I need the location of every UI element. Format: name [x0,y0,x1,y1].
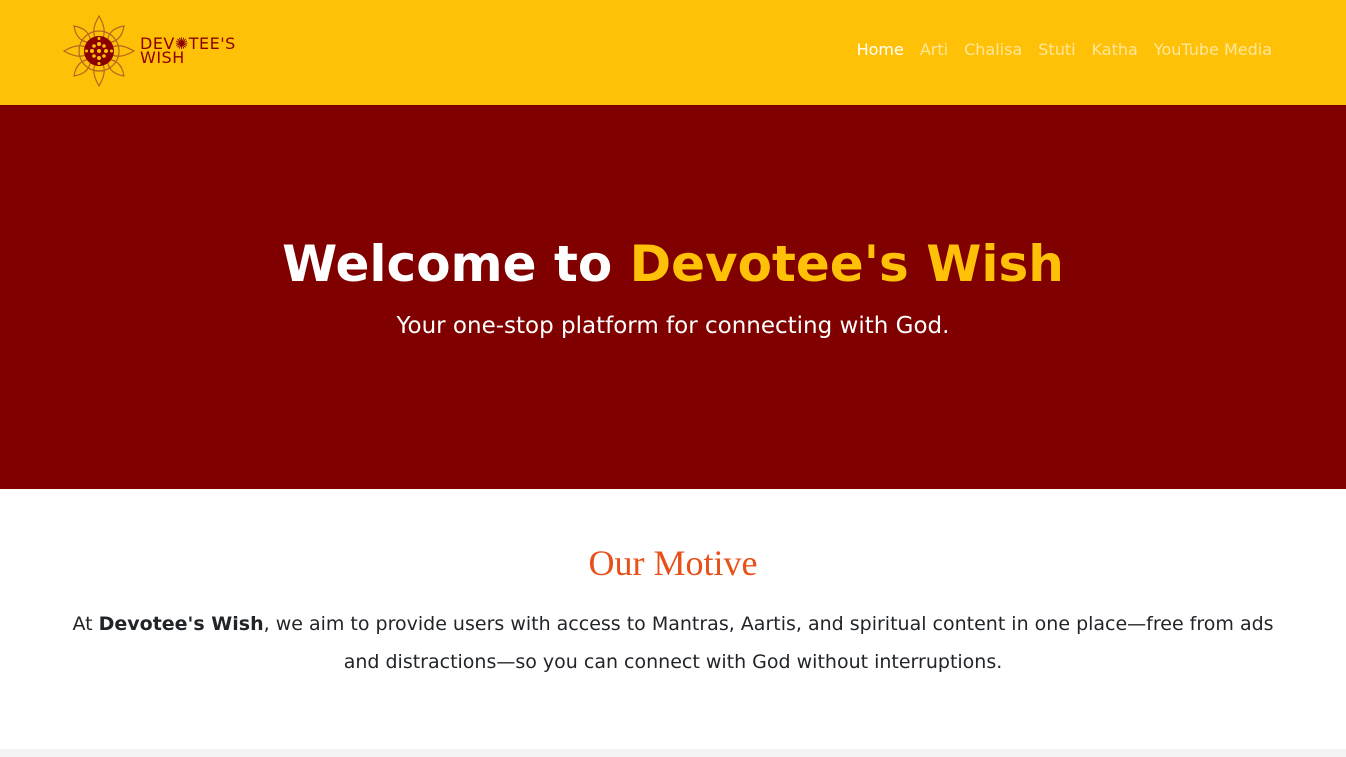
nav-chalisa[interactable]: Chalisa [956,38,1030,62]
nav-arti[interactable]: Arti [912,38,956,62]
motive-title: Our Motive [588,543,758,583]
lotus-logo-icon [62,14,136,88]
hero-title-prefix: Welcome to [282,235,630,293]
hero-section: Welcome to Devotee's Wish Your one-stop … [0,105,1346,489]
brand-line-2: WISH [140,48,185,67]
nav-katha[interactable]: Katha [1084,38,1146,62]
hero-title: Welcome to Devotee's Wish [0,233,1346,295]
navbar: DEV✺TEE'S WISH Home Arti Chalisa Stuti K… [0,0,1346,105]
motive-text-brand: Devotee's Wish [98,613,264,635]
main-nav: Home Arti Chalisa Stuti Katha YouTube Me… [849,38,1280,62]
nav-youtube-media[interactable]: YouTube Media [1146,38,1280,62]
motive-text-body: , we aim to provide users with access to… [263,613,1274,673]
motive-section: Our Motive At Devotee's Wish, we aim to … [0,489,1346,749]
motive-text: At Devotee's Wish, we aim to provide use… [60,605,1286,681]
brand-wordmark: DEV✺TEE'S WISH [140,36,236,67]
nav-home[interactable]: Home [849,38,912,62]
motive-text-prefix: At [72,613,99,635]
footer-strip [0,749,1346,757]
hero-title-accent: Devotee's Wish [629,235,1064,293]
hero-subtitle: Your one-stop platform for connecting wi… [396,313,950,339]
nav-stuti[interactable]: Stuti [1030,38,1083,62]
brand-logo-link[interactable]: DEV✺TEE'S WISH [62,14,236,88]
